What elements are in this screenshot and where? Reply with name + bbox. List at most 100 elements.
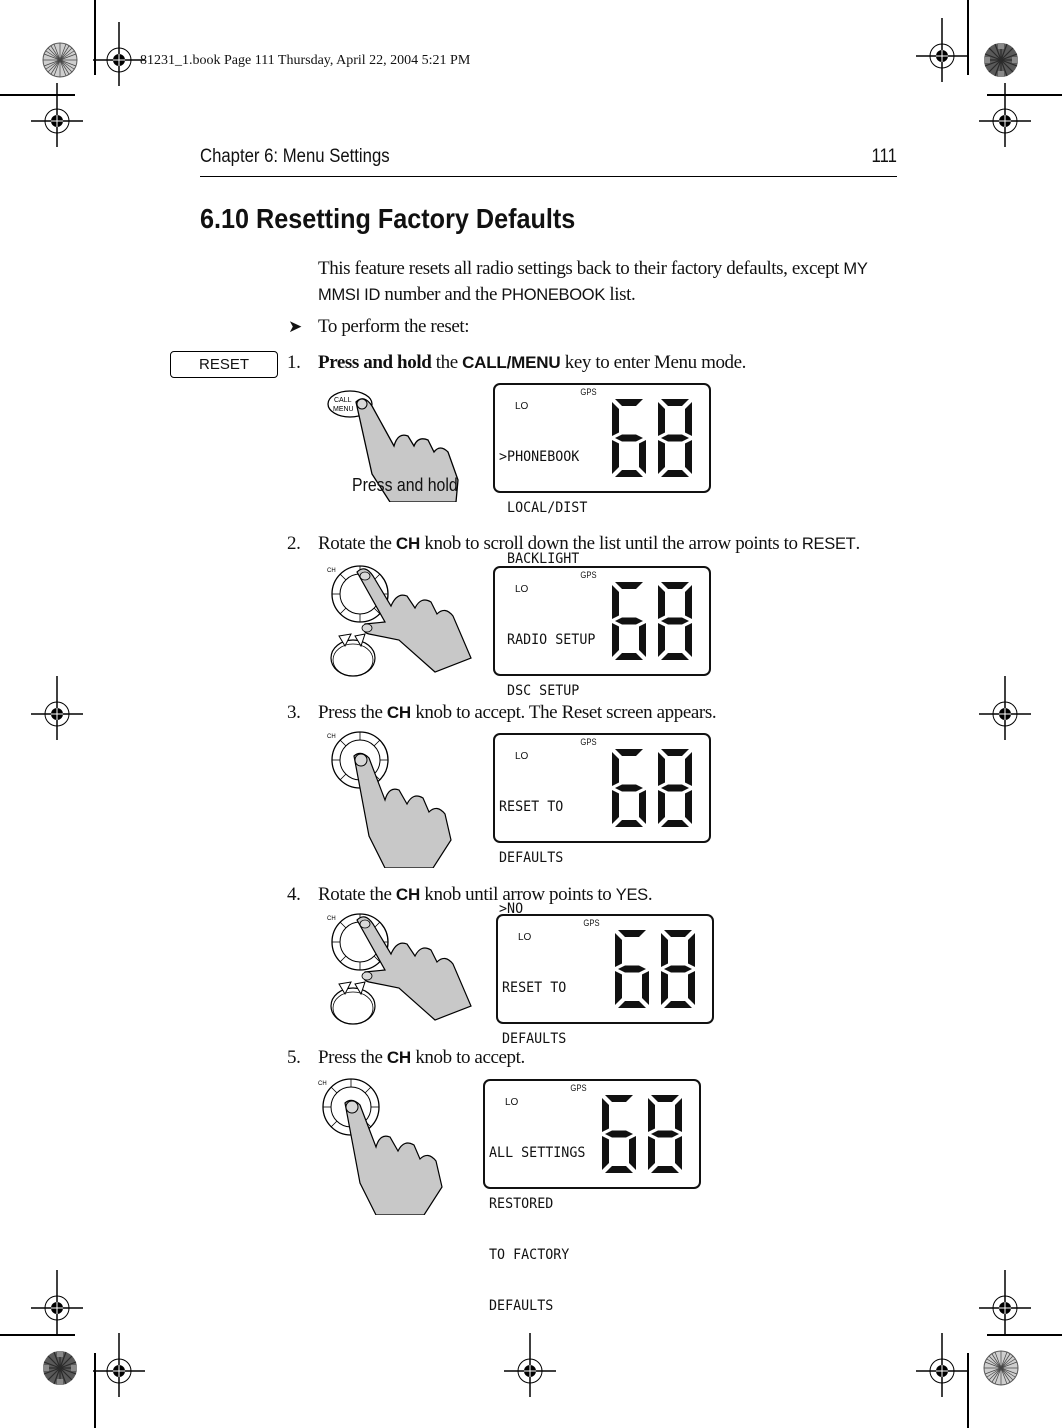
step-text: Rotate the xyxy=(318,884,396,905)
gps-indicator: GPS xyxy=(580,737,597,747)
digit-segment-e xyxy=(612,440,619,474)
digit-segment-b xyxy=(675,1098,682,1132)
page-number: 111 xyxy=(871,146,897,167)
print-slug: 81231_1.book Page 111 Thursday, April 22… xyxy=(140,53,471,68)
digit-segment-e xyxy=(602,1136,609,1170)
lcd-screen-step-3: GPS LO RESET TO DEFAULTS >NO YES xyxy=(493,733,711,968)
channel-display xyxy=(602,1095,682,1173)
step-number: 5. xyxy=(287,1047,301,1068)
target-term: RESET xyxy=(801,535,856,553)
lcd-line: RADIO SETUP xyxy=(499,632,596,648)
step-3: 3. Press the CH knob to accept. The Reset… xyxy=(287,702,717,724)
key-name: CH xyxy=(395,885,421,904)
step-text: Press the xyxy=(318,1047,387,1068)
registration-mark-icon xyxy=(92,1332,146,1398)
intro-paragraph: This feature resets all radio settings b… xyxy=(318,256,908,308)
digit-segment-e xyxy=(612,623,619,657)
phonebook-term: PHONEBOOK xyxy=(501,286,606,304)
step-text: knob to accept. xyxy=(410,1047,525,1068)
lcd-line: DEFAULTS xyxy=(499,850,564,866)
lo-indicator: LO xyxy=(515,584,529,595)
step-4: 4. Rotate the CH knob until arrow points … xyxy=(287,884,653,906)
menu-key-text: MENU xyxy=(333,406,354,413)
digit-segment-c xyxy=(685,623,692,657)
digit-segment-d xyxy=(651,1166,679,1173)
lcd-screen-step-5: GPS LO ALL SETTINGS RESTORED TO FACTORY … xyxy=(483,1079,701,1314)
digit-segment-d xyxy=(605,1166,633,1173)
digit-segment-d xyxy=(615,653,643,660)
digit-segment-c xyxy=(639,623,646,657)
lcd-line: ALL SETTINGS xyxy=(489,1145,586,1161)
lcd-line: >PHONEBOOK xyxy=(499,449,580,465)
svg-text:CH: CH xyxy=(327,568,336,574)
digit-segment-f xyxy=(612,585,619,619)
digit-segment-e xyxy=(658,790,665,824)
digit-segment-d xyxy=(615,470,643,477)
lo-indicator: LO xyxy=(518,932,532,943)
section-title: 6.10 Resetting Factory Defaults xyxy=(200,203,576,234)
step-number: 1. xyxy=(287,352,301,373)
hand-rotate-knob-icon: CH xyxy=(327,565,472,677)
step-1: 1. Press and hold the CALL/MENU key to en… xyxy=(287,352,746,374)
gps-indicator: GPS xyxy=(580,570,597,580)
digit-segment-g xyxy=(661,617,689,625)
step-text: key to enter Menu mode. xyxy=(560,352,747,373)
digit-segment-a xyxy=(651,1095,679,1102)
hand-press-knob-icon: CH xyxy=(327,731,452,868)
lcd-line: DEFAULTS xyxy=(489,1298,554,1314)
digit-segment-f xyxy=(612,752,619,786)
digit-segment-g xyxy=(651,1130,679,1138)
step-text: Press the xyxy=(318,702,387,723)
digit-segment-c xyxy=(642,971,649,1005)
digit-segment-c xyxy=(629,1136,636,1170)
registration-mark-icon xyxy=(978,1269,1032,1335)
digit-segment-a xyxy=(664,930,692,937)
digit-segment-g xyxy=(615,434,643,442)
lcd-screen-step-2: GPS LO RADIO SETUP DSC SETUP >RESET EXIT xyxy=(493,566,711,801)
target-term: YES xyxy=(615,886,648,904)
intro-text: This feature resets all radio settings b… xyxy=(318,258,844,279)
running-head: Chapter 6: Menu Settings 111 xyxy=(200,146,897,177)
gps-indicator: GPS xyxy=(570,1083,587,1093)
digit-segment-g xyxy=(661,434,689,442)
digit-segment-a xyxy=(618,930,646,937)
digit-segment-d xyxy=(661,653,689,660)
digit-segment-e xyxy=(661,971,668,1005)
digit-segment-e xyxy=(648,1136,655,1170)
lcd-line: DEFAULTS xyxy=(502,1031,567,1047)
digit-segment-f xyxy=(612,402,619,436)
digit-segment-a xyxy=(661,399,689,406)
lcd-line: RESET TO xyxy=(502,980,567,996)
digit-segment-b xyxy=(685,402,692,436)
lcd-screen-step-4: GPS LO RESET TO DEFAULTS NO >YES xyxy=(496,914,714,1149)
step-text: . xyxy=(855,533,860,554)
registration-mark-icon xyxy=(915,17,969,83)
svg-text:CH: CH xyxy=(318,1081,327,1087)
step-number: 3. xyxy=(287,702,301,723)
digit-segment-c xyxy=(685,440,692,474)
step-text: . xyxy=(647,884,653,905)
registration-mark-icon xyxy=(92,21,146,87)
registration-mark-icon xyxy=(978,675,1032,741)
digit-segment-a xyxy=(615,749,643,756)
key-name: CALL/MENU xyxy=(462,353,561,372)
digit-segment-d xyxy=(664,1001,692,1008)
step-number: 2. xyxy=(287,533,301,554)
color-bar-mark-icon xyxy=(42,42,78,78)
registration-mark-icon xyxy=(30,82,84,148)
procedure-text: To perform the reset: xyxy=(318,316,470,337)
svg-text:CH: CH xyxy=(327,916,336,922)
digit-segment-a xyxy=(661,582,689,589)
digit-segment-d xyxy=(661,820,689,827)
color-bar-mark-icon xyxy=(42,1350,78,1386)
digit-segment-g xyxy=(605,1130,633,1138)
color-bar-mark-icon xyxy=(983,42,1019,78)
digit-segment-e xyxy=(658,440,665,474)
reset-key-label: RESET xyxy=(170,351,278,378)
channel-display xyxy=(612,749,692,827)
digit-segment-f xyxy=(648,1098,655,1132)
digit-segment-e xyxy=(615,971,622,1005)
digit-segment-f xyxy=(658,585,665,619)
lcd-line: DSC SETUP xyxy=(499,683,580,699)
digit-segment-g xyxy=(615,617,643,625)
